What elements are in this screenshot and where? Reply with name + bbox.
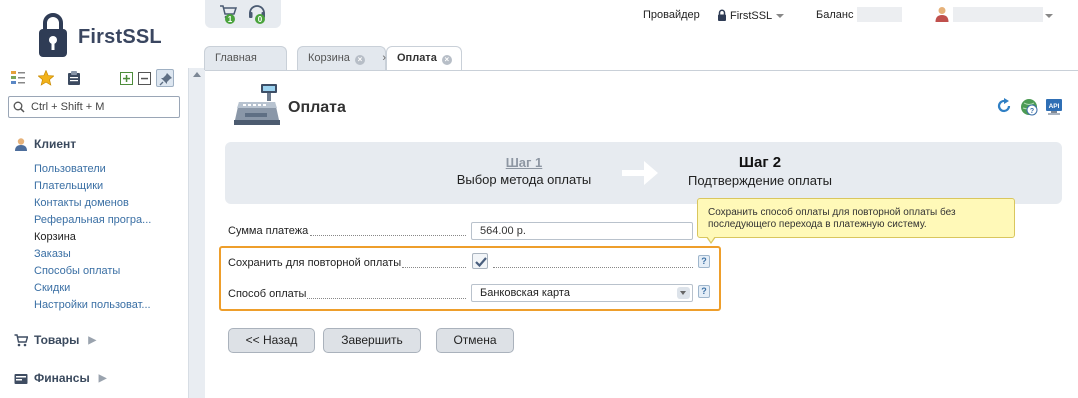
- user-avatar-icon: [935, 7, 949, 22]
- cart-notification-icon[interactable]: 1: [219, 3, 241, 25]
- save-help-icon[interactable]: ?: [698, 255, 710, 268]
- tab-home-label: Главная: [215, 52, 257, 64]
- api-icon[interactable]: API: [1045, 98, 1063, 116]
- tree-view-icon[interactable]: [10, 70, 26, 86]
- tab-payment-label: Оплата: [397, 52, 437, 64]
- checkmark-icon: [475, 257, 487, 268]
- amount-label: Сумма платежа: [228, 225, 309, 237]
- svg-text:?: ?: [1030, 108, 1034, 115]
- chevron-right-icon: ▶: [98, 372, 107, 384]
- sidebar-item-users[interactable]: Пользователи: [34, 163, 106, 175]
- tab-cart[interactable]: Корзина × ›: [297, 46, 386, 70]
- sidebar-item-discounts[interactable]: Скидки: [34, 282, 70, 294]
- method-help-icon[interactable]: ?: [698, 285, 710, 298]
- step-2-subtitle: Подтверждение оплаты: [688, 173, 832, 188]
- amount-leader-dots: [310, 235, 466, 236]
- sidebar-item-orders[interactable]: Заказы: [34, 248, 71, 260]
- sidebar-item-payment-methods[interactable]: Способы оплаты: [34, 265, 120, 277]
- pin-icon: [159, 73, 172, 86]
- tab-divider: [205, 70, 1078, 71]
- sidebar-section-goods-label: Товары: [34, 333, 80, 347]
- step-1-subtitle: Выбор метода оплаты: [456, 172, 592, 187]
- notification-bar: 1 0: [205, 0, 281, 28]
- svg-text:API: API: [1049, 103, 1060, 110]
- username-redacted: [953, 7, 1043, 22]
- save-leader-dots: [402, 267, 466, 268]
- sidebar-search[interactable]: [8, 96, 180, 118]
- sidebar-splitter[interactable]: [188, 68, 205, 398]
- sidebar-section-client-label: Клиент: [34, 137, 77, 151]
- save-for-repeat-checkbox[interactable]: [472, 253, 488, 269]
- search-input[interactable]: [31, 99, 177, 115]
- brand-name: FirstSSL: [78, 26, 162, 48]
- support-notification-icon[interactable]: 0: [247, 3, 269, 25]
- step-2: Шаг 2 Подтверждение оплаты: [672, 154, 848, 188]
- sidebar-item-user-settings[interactable]: Настройки пользоват...: [34, 299, 151, 311]
- client-user-icon: [15, 138, 27, 151]
- collapse-arrow-icon[interactable]: [193, 72, 201, 77]
- balance-label: Баланс: [816, 9, 854, 21]
- chevron-down-icon: [776, 14, 785, 19]
- step-1[interactable]: Шаг 1 Выбор метода оплаты: [440, 155, 608, 187]
- save-method-tooltip: Сохранить способ оплаты для повторной оп…: [697, 198, 1015, 244]
- tab-home[interactable]: Главная: [204, 46, 287, 70]
- sidebar-item-payers[interactable]: Плательщики: [34, 180, 103, 192]
- sidebar-item-domain-contacts[interactable]: Контакты доменов: [34, 197, 129, 209]
- refresh-icon[interactable]: [996, 98, 1012, 114]
- tab-payment[interactable]: Оплата ×: [386, 46, 462, 71]
- chevron-down-icon: [677, 287, 690, 299]
- page-title: Оплата: [288, 99, 346, 116]
- firstssl-logo-icon: [39, 13, 67, 57]
- support-count: 0: [258, 15, 263, 24]
- amount-field: 564.00 р.: [471, 222, 693, 240]
- step-1-title[interactable]: Шаг 1: [440, 155, 608, 170]
- sidebar: FirstSSL Клиент Пользователи Плательщики…: [0, 0, 188, 398]
- step-2-title: Шаг 2: [738, 154, 782, 171]
- search-icon: [13, 101, 25, 113]
- payment-method-label: Способ оплаты: [228, 288, 307, 300]
- close-icon[interactable]: ×: [354, 55, 365, 65]
- sidebar-section-goods[interactable]: Товары ▶: [14, 333, 96, 347]
- sidebar-section-client[interactable]: Клиент: [14, 137, 76, 151]
- provider-label: Провайдер: [643, 9, 700, 21]
- cart-count: 1: [228, 15, 233, 24]
- back-button[interactable]: << Назад: [228, 328, 315, 353]
- tooltip-tail-fill: [707, 236, 715, 242]
- save-for-repeat-label: Сохранить для повторной оплаты: [228, 257, 402, 269]
- sidebar-section-finance-label: Финансы: [34, 371, 90, 385]
- method-leader-dots: [307, 298, 466, 299]
- sidebar-item-referral[interactable]: Реферальная програ...: [34, 214, 151, 226]
- balance-value-redacted: [857, 7, 902, 22]
- chevron-down-icon: [1045, 14, 1053, 18]
- cart-icon: [14, 333, 28, 346]
- pin-button[interactable]: [156, 69, 174, 87]
- tab-cart-label: Корзина: [308, 52, 350, 64]
- provider-dropdown[interactable]: FirstSSL: [717, 9, 785, 22]
- save-leader-dots-2: [493, 267, 693, 268]
- clipboard-icon[interactable]: [66, 70, 82, 86]
- favorites-star-icon[interactable]: [38, 70, 54, 86]
- finance-icon: [14, 373, 28, 384]
- user-menu[interactable]: [935, 6, 1055, 24]
- provider-value: FirstSSL: [730, 10, 773, 22]
- lock-icon: [718, 9, 726, 21]
- cash-register-icon: [234, 84, 280, 125]
- sidebar-section-finance[interactable]: Финансы ▶: [14, 371, 106, 385]
- expand-all-icon[interactable]: [120, 72, 133, 85]
- tooltip-text: Сохранить способ оплаты для повторной оп…: [708, 207, 956, 230]
- sidebar-item-cart[interactable]: Корзина: [34, 231, 76, 243]
- close-icon[interactable]: ×: [441, 55, 452, 65]
- globe-help-icon[interactable]: ?: [1020, 98, 1038, 116]
- cancel-button[interactable]: Отмена: [436, 328, 514, 353]
- sidebar-toolbar: [10, 69, 180, 90]
- finish-button[interactable]: Завершить: [323, 328, 421, 353]
- collapse-all-icon[interactable]: [138, 72, 151, 85]
- payment-method-value: Банковская карта: [480, 287, 570, 299]
- chevron-right-icon: ▶: [88, 334, 97, 346]
- arrow-right-icon: [622, 161, 658, 185]
- payment-method-select[interactable]: Банковская карта: [471, 284, 693, 302]
